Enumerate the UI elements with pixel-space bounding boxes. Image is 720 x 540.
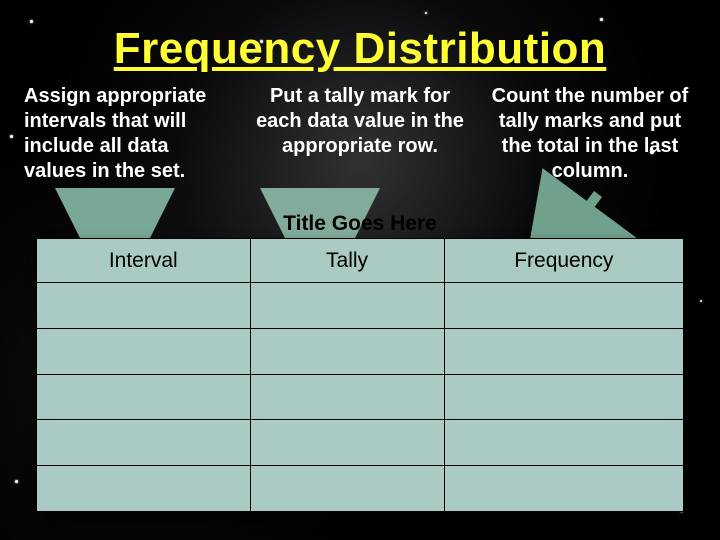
instruction-count: Count the number of tally marks and put … [484, 84, 696, 184]
table-row [37, 420, 684, 466]
col-header-interval: Interval [37, 239, 251, 283]
table-row [37, 374, 684, 420]
instruction-row: Assign appropriate intervals that will i… [0, 74, 720, 184]
table-body [37, 283, 684, 512]
col-header-tally: Tally [250, 239, 444, 283]
instruction-tally: Put a tally mark for each data value in … [254, 84, 466, 184]
instruction-intervals: Assign appropriate intervals that will i… [24, 84, 236, 184]
table-title: Title Goes Here [36, 212, 684, 236]
col-header-frequency: Frequency [444, 239, 683, 283]
frequency-table: Interval Tally Frequency [36, 238, 684, 512]
frequency-table-wrap: Title Goes Here Interval Tally Frequency [36, 238, 684, 512]
table-header-row: Interval Tally Frequency [37, 239, 684, 283]
slide: Frequency Distribution Assign appropriat… [0, 0, 720, 540]
table-row [37, 328, 684, 374]
table-row [37, 466, 684, 512]
slide-title: Frequency Distribution [0, 0, 720, 74]
table-row [37, 283, 684, 329]
